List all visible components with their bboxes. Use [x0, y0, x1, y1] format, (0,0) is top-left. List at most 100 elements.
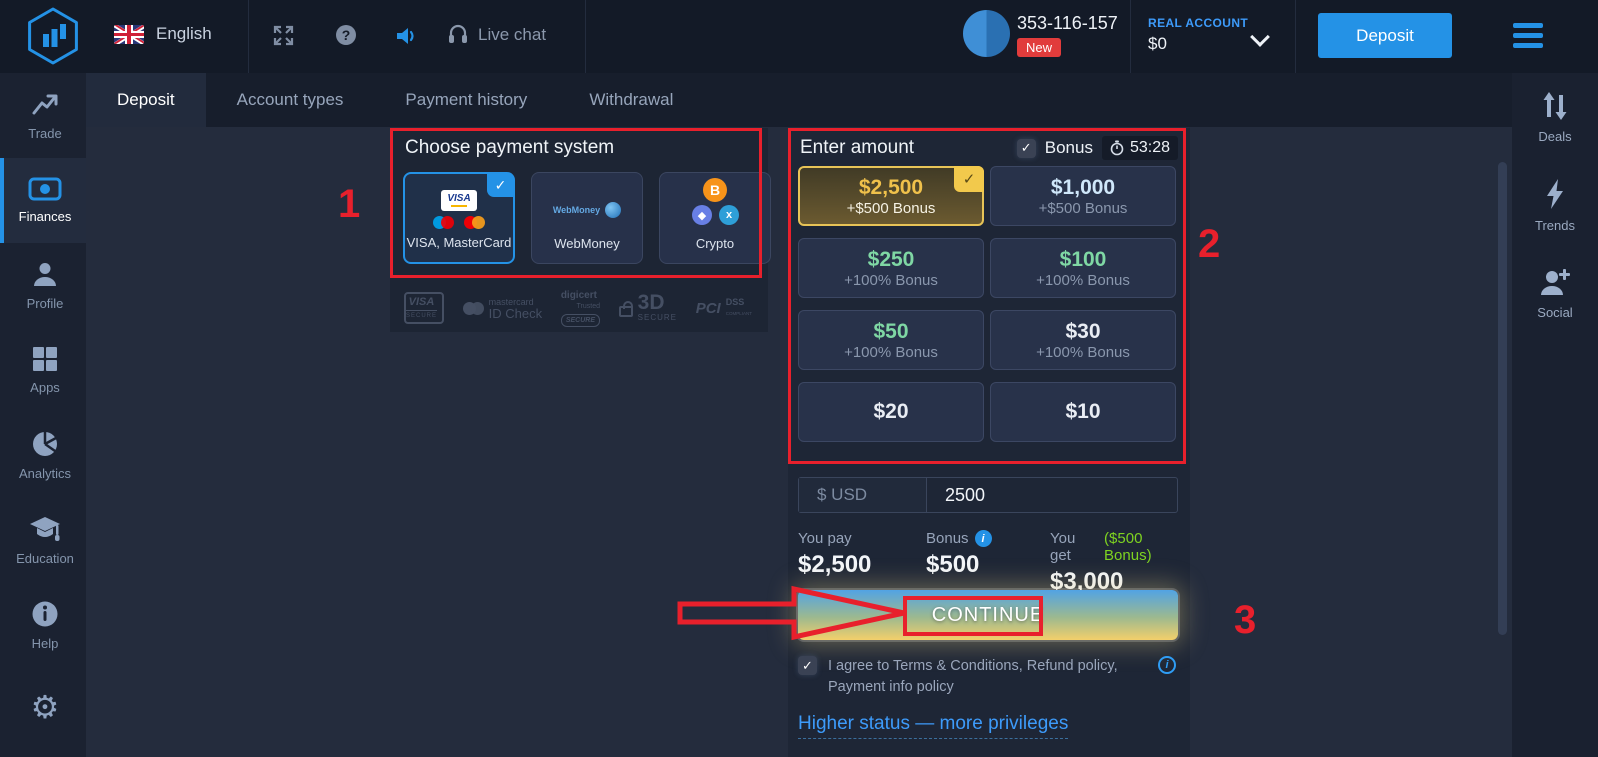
bonus-info-icon[interactable]: i: [975, 530, 992, 547]
sidebar-item-trends[interactable]: Trends: [1512, 161, 1598, 249]
you-pay-block: You pay $2,500: [798, 530, 871, 579]
card-circles-icon: [433, 216, 485, 229]
annotation-number-3: 3: [1234, 598, 1256, 643]
fullscreen-icon[interactable]: [273, 25, 294, 46]
uk-flag-icon: [114, 25, 144, 44]
tab-withdrawal[interactable]: Withdrawal: [558, 73, 704, 127]
bonus-label: Bonus: [1045, 138, 1093, 158]
you-get-note: ($500 Bonus): [1104, 530, 1190, 564]
right-sidebar: Deals Trends Social: [1512, 73, 1598, 757]
divider: [1295, 0, 1296, 73]
bonus-checkbox[interactable]: ✓: [1017, 139, 1036, 158]
arrows-up-down-icon: [1540, 91, 1570, 121]
main-content: Choose payment system ✓ VISA VISA, Maste…: [86, 127, 1512, 757]
pie-chart-icon: [31, 430, 59, 458]
sidebar-item-help[interactable]: Help: [0, 583, 86, 668]
amount-option-1000[interactable]: $1,000 +$500 Bonus: [990, 166, 1176, 226]
agreement-checkbox[interactable]: ✓: [798, 656, 817, 675]
divider: [248, 0, 249, 73]
tab-deposit[interactable]: Deposit: [86, 73, 206, 127]
sidebar-item-label: Social: [1537, 305, 1572, 320]
account-balance: $0: [1148, 34, 1167, 54]
sidebar-item-deals[interactable]: Deals: [1512, 73, 1598, 161]
payment-method-label: Crypto: [696, 236, 734, 251]
tab-account-types[interactable]: Account types: [206, 73, 375, 127]
brand-logo-icon[interactable]: [22, 5, 84, 67]
stopwatch-icon: [1110, 140, 1124, 156]
payment-panel-title: Choose payment system: [405, 137, 614, 159]
bonus-timer-value: 53:28: [1130, 139, 1170, 157]
sidebar-item-finances[interactable]: Finances: [0, 158, 86, 243]
tab-payment-history[interactable]: Payment history: [374, 73, 558, 127]
amount-option-20[interactable]: $20: [798, 382, 984, 442]
3d-secure-badge: 3D SECURE: [619, 294, 677, 323]
info-icon: [31, 600, 59, 628]
left-sidebar: Trade Finances Profile Apps: [0, 73, 86, 757]
payment-method-webmoney[interactable]: WebMoney WebMoney: [531, 172, 643, 264]
higher-status-link[interactable]: Higher status — more privileges: [798, 713, 1068, 739]
sidebar-item-education[interactable]: Education: [0, 498, 86, 583]
menu-icon[interactable]: [1513, 23, 1543, 53]
bonus-summary-label: Bonus: [926, 530, 969, 547]
lightning-icon: [1544, 178, 1566, 210]
live-chat-button[interactable]: Live chat: [448, 24, 546, 46]
visa-logo-icon: VISA: [441, 190, 477, 211]
amount-input[interactable]: [927, 478, 1177, 512]
amount-option-10[interactable]: $10: [990, 382, 1176, 442]
help-icon[interactable]: ?: [336, 25, 356, 45]
language-label: English: [156, 24, 212, 44]
headset-icon: [448, 24, 468, 46]
sidebar-item-apps[interactable]: Apps: [0, 328, 86, 413]
trend-up-icon: [30, 90, 60, 118]
sidebar-item-social[interactable]: Social: [1512, 249, 1598, 337]
deposit-button[interactable]: Deposit: [1318, 13, 1452, 58]
sidebar-item-label: Apps: [30, 380, 60, 395]
deposit-page: English ? Live chat 353-116: [0, 0, 1598, 757]
sidebar-item-label: Help: [32, 636, 59, 651]
payment-method-label: VISA, MasterCard: [407, 235, 512, 250]
currency-selector[interactable]: $ USD: [799, 478, 927, 512]
amount-option-100[interactable]: $100 +100% Bonus: [990, 238, 1176, 298]
gear-icon: ⚙: [31, 692, 60, 722]
payment-method-crypto[interactable]: B ◆ x Crypto: [659, 172, 771, 264]
language-selector[interactable]: English: [114, 24, 212, 44]
check-icon: ✓: [487, 173, 514, 197]
you-get-label: You get: [1050, 530, 1098, 564]
annotation-number-1: 1: [338, 182, 360, 227]
amount-option-250[interactable]: $250 +100% Bonus: [798, 238, 984, 298]
sidebar-item-label: Trade: [28, 126, 61, 141]
payment-method-visa-mastercard[interactable]: ✓ VISA VISA, MasterCard: [403, 172, 515, 264]
finance-tabs: Deposit Account types Payment history Wi…: [86, 73, 1512, 127]
trust-badges: VISA SECURE mastercard ID Check digicert…: [392, 288, 764, 328]
annotation-number-2: 2: [1198, 222, 1220, 267]
pci-dss-badge: PCI DSS COMPLIANT: [696, 297, 752, 319]
divider: [1130, 0, 1131, 73]
sidebar-item-label: Trends: [1535, 218, 1575, 233]
sidebar-item-profile[interactable]: Profile: [0, 243, 86, 328]
banknote-icon: [28, 177, 62, 201]
amount-option-30[interactable]: $30 +100% Bonus: [990, 310, 1176, 370]
amount-option-2500[interactable]: ✓ $2,500 +$500 Bonus: [798, 166, 984, 226]
annotation-box-3: [903, 596, 1043, 636]
agreement-info-icon[interactable]: i: [1158, 656, 1176, 674]
chevron-down-icon[interactable]: [1250, 27, 1270, 47]
bonus-timer: 53:28: [1102, 136, 1178, 160]
sound-icon[interactable]: [395, 25, 418, 47]
account-id: 353-116-157: [1017, 13, 1118, 34]
sidebar-item-label: Finances: [19, 209, 72, 224]
account-type-label: REAL ACCOUNT: [1148, 16, 1248, 30]
annotation-arrow: [676, 585, 908, 641]
bonus-value: $500: [926, 551, 992, 579]
sidebar-item-trade[interactable]: Trade: [0, 73, 86, 158]
sidebar-item-settings[interactable]: ⚙: [0, 668, 86, 753]
scrollbar-thumb[interactable]: [1498, 162, 1507, 635]
avatar[interactable]: [963, 10, 1010, 57]
agreement-text[interactable]: I agree to Terms & Conditions, Refund po…: [828, 656, 1150, 698]
crypto-coins-icon: B ◆ x: [685, 178, 745, 228]
amount-option-50[interactable]: $50 +100% Bonus: [798, 310, 984, 370]
mastercard-idcheck-badge: mastercard ID Check: [463, 297, 542, 319]
sidebar-item-analytics[interactable]: Analytics: [0, 413, 86, 498]
graduation-cap-icon: [29, 515, 61, 543]
new-badge: New: [1017, 38, 1061, 57]
bonus-block: Bonus i $500: [926, 530, 992, 579]
